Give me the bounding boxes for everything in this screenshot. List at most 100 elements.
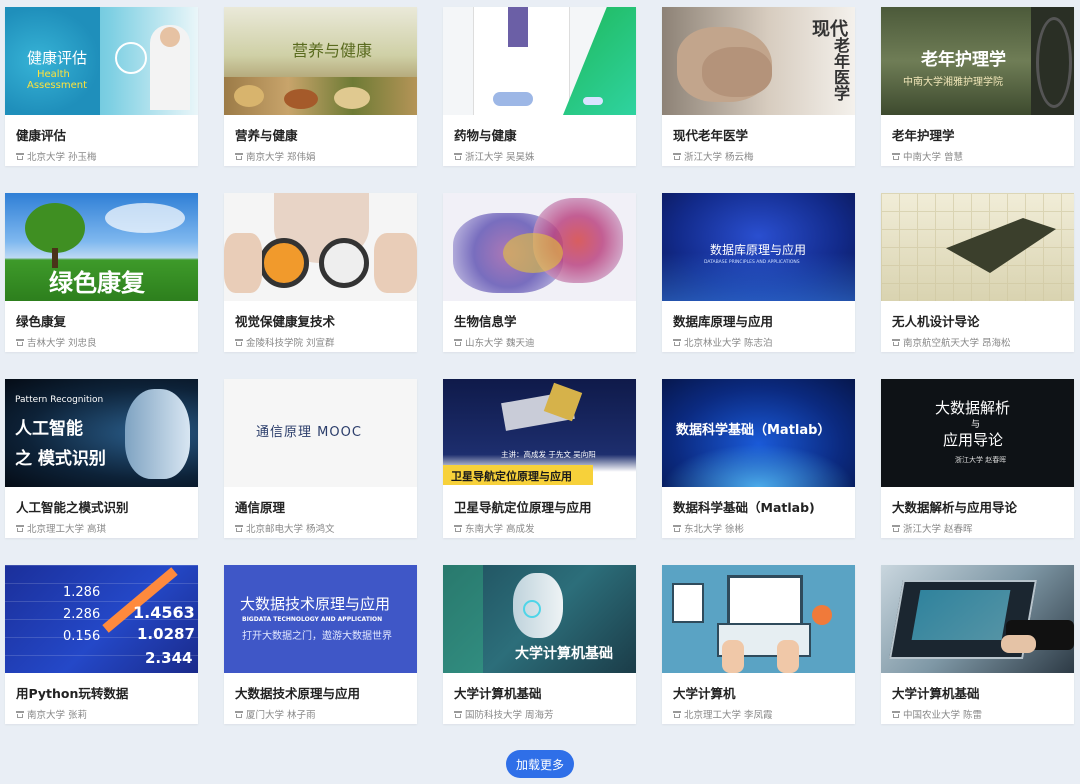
cover-text: 大数据解析 — [935, 399, 1011, 417]
course-cover[interactable]: 营养与健康 — [224, 7, 417, 115]
course-card[interactable]: 营养与健康 营养与健康 南京大学 郑伟娟 — [224, 7, 417, 166]
teacher-name: 陈雷 — [963, 710, 983, 721]
course-cover[interactable]: 健康评估 Health Assessment — [5, 7, 198, 115]
cover-text: BIGDATA TECHNOLOGY AND APPLICATION — [242, 616, 383, 623]
course-cover[interactable]: 数据库原理与应用 DATABASE PRINCIPLES AND APPLICA… — [662, 193, 855, 301]
school-name: 北京林业大学 — [684, 338, 742, 349]
course-cover[interactable] — [881, 193, 1074, 301]
course-card[interactable]: 老年护理学 中南大学湘雅护理学院 老年护理学 中南大学 曾慧 — [881, 7, 1074, 166]
course-title[interactable]: 大数据解析与应用导论 — [892, 497, 1067, 516]
course-meta: 中国农业大学 陈雷 — [892, 707, 1074, 721]
load-more-button[interactable]: 加载更多 — [506, 750, 574, 778]
course-title[interactable]: 用Python玩转数据 — [16, 683, 191, 702]
course-meta: 吉林大学 刘忠良 — [16, 335, 198, 349]
course-title[interactable]: 大学计算机基础 — [892, 683, 1067, 702]
course-cover[interactable]: 数据科学基础（Matlab） — [662, 379, 855, 487]
course-title[interactable]: 营养与健康 — [235, 125, 410, 144]
course-title[interactable]: 现代老年医学 — [673, 125, 848, 144]
course-cover[interactable]: 1.286 2.286 0.156 1.4563 1.0287 2.344 — [5, 565, 198, 673]
course-title[interactable]: 大学计算机基础 — [454, 683, 629, 702]
teacher-name: 曾慧 — [944, 152, 964, 163]
course-card[interactable]: 药物与健康 浙江大学 吴昊姝 — [443, 7, 636, 166]
course-cover[interactable]: Pattern Recognition 人工智能 之 模式识别 — [5, 379, 198, 487]
cover-text: 营养与健康 — [292, 41, 373, 60]
school-name: 国防科技大学 — [465, 710, 523, 721]
course-card[interactable]: 视觉保健康复技术 金陵科技学院 刘宣群 — [224, 193, 417, 352]
course-title[interactable]: 药物与健康 — [454, 125, 629, 144]
course-title[interactable]: 人工智能之模式识别 — [16, 497, 191, 516]
course-title[interactable]: 大数据技术原理与应用 — [235, 683, 410, 702]
course-title[interactable]: 大学计算机 — [673, 683, 848, 702]
course-card[interactable]: 大学计算机基础 中国农业大学 陈雷 — [881, 565, 1074, 724]
course-title[interactable]: 生物信息学 — [454, 311, 629, 330]
teacher-name: 杨云梅 — [725, 152, 754, 163]
course-cover[interactable]: 大数据技术原理与应用 BIGDATA TECHNOLOGY AND APPLIC… — [224, 565, 417, 673]
course-card[interactable]: 大数据技术原理与应用 BIGDATA TECHNOLOGY AND APPLIC… — [224, 565, 417, 724]
cover-text: DATABASE PRINCIPLES AND APPLICATIONS — [704, 260, 800, 265]
course-cover[interactable] — [443, 193, 636, 301]
course-meta: 浙江大学 杨云梅 — [673, 149, 855, 163]
course-cover[interactable] — [224, 193, 417, 301]
school-name: 北京大学 — [27, 152, 66, 163]
course-title[interactable]: 绿色康复 — [16, 311, 191, 330]
school-name: 厦门大学 — [246, 710, 285, 721]
course-cover[interactable]: 大数据解析 与 应用导论 浙江大学 赵春晖 — [881, 379, 1074, 487]
course-card[interactable]: 生物信息学 山东大学 魏天迪 — [443, 193, 636, 352]
course-card[interactable]: 现代 老年医学 现代老年医学 浙江大学 杨云梅 — [662, 7, 855, 166]
course-card[interactable]: 大数据解析 与 应用导论 浙江大学 赵春晖 大数据解析与应用导论 浙江大学 赵春晖 — [881, 379, 1074, 538]
course-cover[interactable] — [881, 565, 1074, 673]
cover-text: 数据科学基础（Matlab） — [676, 423, 831, 438]
course-card[interactable]: 1.286 2.286 0.156 1.4563 1.0287 2.344 用P… — [5, 565, 198, 724]
course-card[interactable]: 通信原理 MOOC 通信原理 北京邮电大学 杨鸿文 — [224, 379, 417, 538]
course-meta: 北京理工大学 高琪 — [16, 521, 198, 535]
school-icon — [16, 710, 24, 718]
course-cover[interactable]: 主讲：高成发 于先文 吴向阳 卫星导航定位原理与应用 — [443, 379, 636, 487]
course-cover[interactable]: 现代 老年医学 — [662, 7, 855, 115]
school-name: 东南大学 — [465, 524, 504, 535]
school-name: 金陵科技学院 — [246, 338, 304, 349]
course-title[interactable]: 数据库原理与应用 — [673, 311, 848, 330]
cover-text: Health — [37, 69, 70, 80]
course-meta: 山东大学 魏天迪 — [454, 335, 636, 349]
school-icon — [16, 524, 24, 532]
course-card[interactable]: Pattern Recognition 人工智能 之 模式识别 人工智能之模式识… — [5, 379, 198, 538]
teacher-name: 高成发 — [506, 524, 535, 535]
course-cover[interactable]: 通信原理 MOOC — [224, 379, 417, 487]
course-card[interactable]: 数据库原理与应用 DATABASE PRINCIPLES AND APPLICA… — [662, 193, 855, 352]
course-title[interactable]: 数据科学基础（Matlab) — [673, 497, 848, 516]
course-cover[interactable] — [443, 7, 636, 115]
course-card[interactable]: 大学计算机基础 大学计算机基础 国防科技大学 周海芳 — [443, 565, 636, 724]
course-card[interactable]: 无人机设计导论 南京航空航天大学 昂海松 — [881, 193, 1074, 352]
course-title[interactable]: 健康评估 — [16, 125, 191, 144]
course-cover[interactable]: 老年护理学 中南大学湘雅护理学院 — [881, 7, 1074, 115]
course-title[interactable]: 老年护理学 — [892, 125, 1067, 144]
school-icon — [16, 338, 24, 346]
school-name: 东北大学 — [684, 524, 723, 535]
course-meta: 厦门大学 林子雨 — [235, 707, 417, 721]
course-title[interactable]: 视觉保健康复技术 — [235, 311, 410, 330]
school-icon — [235, 338, 243, 346]
cover-text: 1.4563 — [133, 603, 195, 622]
teacher-name: 赵春晖 — [944, 524, 973, 535]
course-card[interactable]: 绿色康复 绿色康复 吉林大学 刘忠良 — [5, 193, 198, 352]
cover-text: 2.344 — [145, 649, 193, 667]
course-title[interactable]: 卫星导航定位原理与应用 — [454, 497, 629, 516]
course-title[interactable]: 无人机设计导论 — [892, 311, 1067, 330]
course-meta: 金陵科技学院 刘宣群 — [235, 335, 417, 349]
course-meta: 南京航空航天大学 昂海松 — [892, 335, 1074, 349]
teacher-name: 李凤霞 — [744, 710, 773, 721]
cover-text: 大学计算机基础 — [515, 646, 613, 662]
course-cover[interactable] — [662, 565, 855, 673]
course-card[interactable]: 大学计算机 北京理工大学 李凤霞 — [662, 565, 855, 724]
course-card[interactable]: 主讲：高成发 于先文 吴向阳 卫星导航定位原理与应用 卫星导航定位原理与应用 东… — [443, 379, 636, 538]
course-meta: 东北大学 徐彬 — [673, 521, 855, 535]
school-icon — [673, 152, 681, 160]
course-card[interactable]: 健康评估 Health Assessment 健康评估 北京大学 孙玉梅 — [5, 7, 198, 166]
course-card[interactable]: 数据科学基础（Matlab） 数据科学基础（Matlab) 东北大学 徐彬 — [662, 379, 855, 538]
course-meta: 浙江大学 吴昊姝 — [454, 149, 636, 163]
school-icon — [235, 524, 243, 532]
course-cover[interactable]: 绿色康复 — [5, 193, 198, 301]
course-cover[interactable]: 大学计算机基础 — [443, 565, 636, 673]
course-title[interactable]: 通信原理 — [235, 497, 410, 516]
school-name: 北京邮电大学 — [246, 524, 304, 535]
